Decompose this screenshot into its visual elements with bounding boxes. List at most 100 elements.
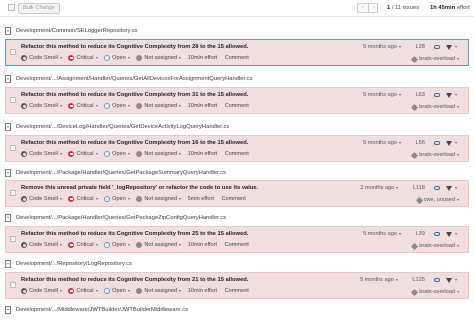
issue-line[interactable]: L39: [416, 231, 425, 237]
file-header[interactable]: Development/.../Middleware/JWTBuilder/JW…: [5, 306, 469, 315]
issue-effort[interactable]: 10min effort: [188, 103, 217, 109]
file-header[interactable]: Development/Common/SELoggerRepository.cs: [5, 27, 469, 36]
next-issue-button[interactable]: ›: [369, 4, 379, 12]
issue-assignee[interactable]: Not assigned: [144, 55, 177, 61]
issue-checkbox[interactable]: [10, 282, 16, 288]
issue-type[interactable]: Code Smell: [29, 151, 58, 157]
issue-assignee[interactable]: Not assigned: [144, 288, 177, 294]
issue-status[interactable]: Open: [112, 55, 126, 61]
issue-effort[interactable]: 10min effort: [188, 151, 217, 157]
issue-tags[interactable]: brain-overload: [411, 55, 464, 63]
issue-message[interactable]: Refactor this method to reduce its Cogni…: [21, 277, 248, 283]
issue-checkbox[interactable]: [10, 49, 16, 55]
issue-type[interactable]: Code Smell: [29, 196, 58, 202]
issue-severity[interactable]: Critical: [76, 55, 93, 61]
chevron-down-icon: [398, 46, 401, 48]
issue-status[interactable]: Open: [112, 103, 126, 109]
issue-severity[interactable]: Critical: [76, 196, 93, 202]
issue-status[interactable]: Open: [112, 196, 126, 202]
issue-tags[interactable]: brain-overload: [411, 103, 464, 111]
issue-message[interactable]: Remove this unread private field '_logRe…: [21, 185, 258, 191]
issue-status[interactable]: Open: [112, 151, 126, 157]
issue-effort[interactable]: 10min effort: [188, 288, 217, 294]
issue-line[interactable]: L56: [416, 140, 425, 146]
issue-message[interactable]: Refactor this method to reduce its Cogni…: [21, 231, 248, 237]
filter-icon[interactable]: [446, 277, 452, 283]
chevron-down-icon: [95, 290, 98, 292]
issue-card[interactable]: Refactor this method to reduce its Cogni…: [5, 39, 469, 66]
issue-severity[interactable]: Critical: [76, 242, 93, 248]
link-icon[interactable]: [434, 45, 441, 49]
issue-tags[interactable]: cwe, unused: [415, 196, 464, 204]
file-header[interactable]: Development/.../Repository/LogRepository…: [5, 260, 469, 269]
issue-card[interactable]: Refactor this method to reduce its Cogni…: [5, 87, 469, 114]
issue-status[interactable]: Open: [112, 242, 126, 248]
issue-line[interactable]: L63: [416, 92, 425, 98]
file-icon: [5, 214, 11, 222]
chevron-down-icon: [455, 94, 457, 96]
previous-issue-button[interactable]: ‹: [358, 4, 368, 12]
code-smell-icon: [21, 288, 27, 294]
issue-line[interactable]: L125: [412, 277, 424, 283]
issue-severity[interactable]: Critical: [76, 288, 93, 294]
issue-severity[interactable]: Critical: [76, 103, 93, 109]
issue-assignee[interactable]: Not assigned: [144, 196, 177, 202]
comment-button[interactable]: Comment: [225, 103, 249, 109]
file-header[interactable]: Development/.../Package/Handler/Queries/…: [5, 214, 469, 223]
critical-icon: [68, 242, 75, 248]
issue-assignee[interactable]: Not assigned: [144, 242, 177, 248]
issue-effort[interactable]: 10min effort: [188, 55, 217, 61]
comment-button[interactable]: Comment: [225, 55, 249, 61]
issue-checkbox[interactable]: [10, 97, 16, 103]
issue-checkbox[interactable]: [10, 236, 16, 242]
file-header[interactable]: Development/.../DeviceLog/Handler/Querie…: [5, 123, 469, 132]
file-header[interactable]: Development/.../Package/Handler/Queries/…: [5, 169, 469, 178]
issue-assignee[interactable]: Not assigned: [144, 151, 177, 157]
issue-age: 5 months ago: [363, 231, 397, 237]
filter-icon[interactable]: [446, 92, 452, 98]
issue-message[interactable]: Refactor this method to reduce its Cogni…: [21, 44, 248, 50]
issue-card[interactable]: Refactor this method to reduce its Cogni…: [5, 272, 469, 299]
issue-type[interactable]: Code Smell: [29, 242, 58, 248]
issue-type[interactable]: Code Smell: [29, 55, 58, 61]
issue-card[interactable]: Refactor this method to reduce its Cogni…: [5, 226, 469, 253]
link-icon[interactable]: [434, 278, 441, 282]
comment-button[interactable]: Comment: [225, 151, 249, 157]
issue-tags[interactable]: brain-overload: [411, 151, 464, 159]
issue-card[interactable]: Remove this unread private field '_logRe…: [5, 180, 469, 207]
issue-checkbox[interactable]: [10, 145, 16, 151]
code-smell-icon: [21, 242, 27, 248]
issue-checkbox[interactable]: [10, 190, 16, 196]
issue-type[interactable]: Code Smell: [29, 288, 58, 294]
filter-icon[interactable]: [446, 44, 452, 50]
total-effort-value: 1h 45min: [430, 5, 456, 11]
issue-status[interactable]: Open: [112, 288, 126, 294]
file-header[interactable]: Development/.../Assignment/Handler/Queri…: [5, 75, 469, 84]
bulk-change-button[interactable]: Bulk Change: [18, 3, 61, 14]
link-icon[interactable]: [434, 93, 441, 97]
filter-icon[interactable]: [446, 140, 452, 146]
issue-effort[interactable]: 10min effort: [188, 242, 217, 248]
link-icon[interactable]: [434, 141, 441, 145]
issue-line[interactable]: L28: [416, 44, 425, 50]
select-all-checkbox[interactable]: [8, 4, 15, 11]
issue-type[interactable]: Code Smell: [29, 103, 58, 109]
issue-assignee[interactable]: Not assigned: [144, 103, 177, 109]
issue-message[interactable]: Refactor this method to reduce its Cogni…: [21, 140, 248, 146]
comment-button[interactable]: Comment: [225, 242, 249, 248]
issue-severity[interactable]: Critical: [76, 151, 93, 157]
issue-effort[interactable]: 5min effort: [188, 196, 214, 202]
comment-button[interactable]: Comment: [225, 288, 249, 294]
comment-button[interactable]: Comment: [222, 196, 246, 202]
issue-card[interactable]: Refactor this method to reduce its Cogni…: [5, 135, 469, 162]
link-icon[interactable]: [434, 232, 441, 236]
issue-tags[interactable]: brain-overload: [411, 242, 464, 250]
filter-icon[interactable]: [446, 231, 452, 237]
chevron-down-icon: [396, 187, 399, 189]
link-icon[interactable]: [434, 186, 441, 190]
issue-tags[interactable]: brain-overload: [411, 288, 464, 296]
issue-message[interactable]: Refactor this method to reduce its Cogni…: [21, 92, 248, 98]
filter-icon[interactable]: [446, 185, 452, 191]
issue-tag-text: brain-overload: [419, 56, 455, 62]
issue-line[interactable]: L118: [413, 185, 425, 191]
